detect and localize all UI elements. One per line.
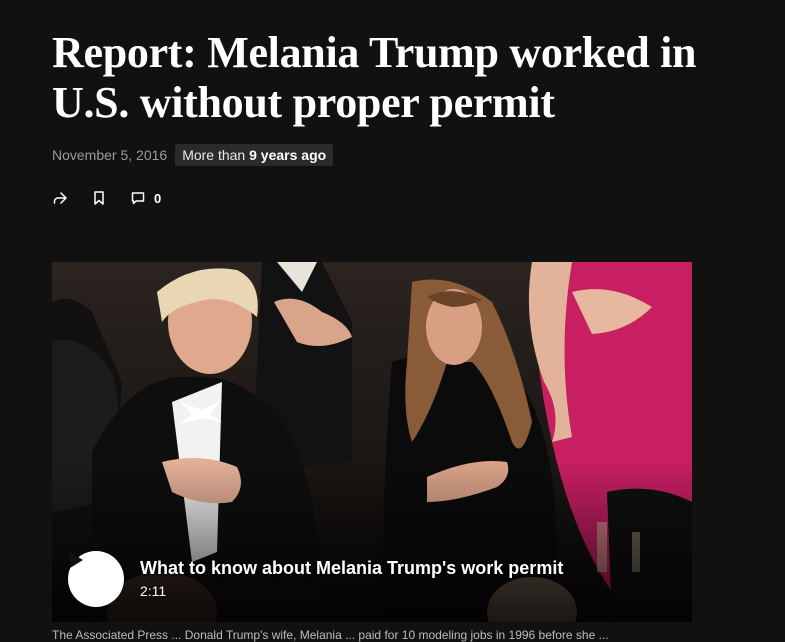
article-body-text: The Associated Press ... Donald Trump's … [52, 628, 609, 642]
comment-count: 0 [154, 190, 162, 206]
play-icon [70, 552, 83, 568]
age-badge: More than 9 years ago [175, 144, 334, 166]
share-button[interactable] [52, 190, 68, 206]
comment-icon [131, 192, 145, 205]
bookmark-button[interactable] [92, 190, 106, 206]
video-title: What to know about Melania Trump's work … [140, 558, 564, 578]
bookmark-icon [94, 191, 104, 205]
age-prefix: More than [182, 147, 250, 163]
article-headline: Report: Melania Trump worked in U.S. wit… [52, 28, 697, 127]
video-player[interactable]: What to know about Melania Trump's work … [52, 262, 692, 622]
article-actions: 0 [52, 188, 185, 208]
share-icon [53, 192, 67, 204]
comments-button[interactable]: 0 [130, 190, 161, 206]
video-duration: 2:11 [140, 583, 167, 599]
publish-date: November 5, 2016 [52, 147, 168, 163]
article-meta: November 5, 2016 More than 9 years ago [52, 143, 334, 167]
play-button[interactable] [68, 551, 124, 607]
age-value: 9 years ago [249, 147, 327, 163]
